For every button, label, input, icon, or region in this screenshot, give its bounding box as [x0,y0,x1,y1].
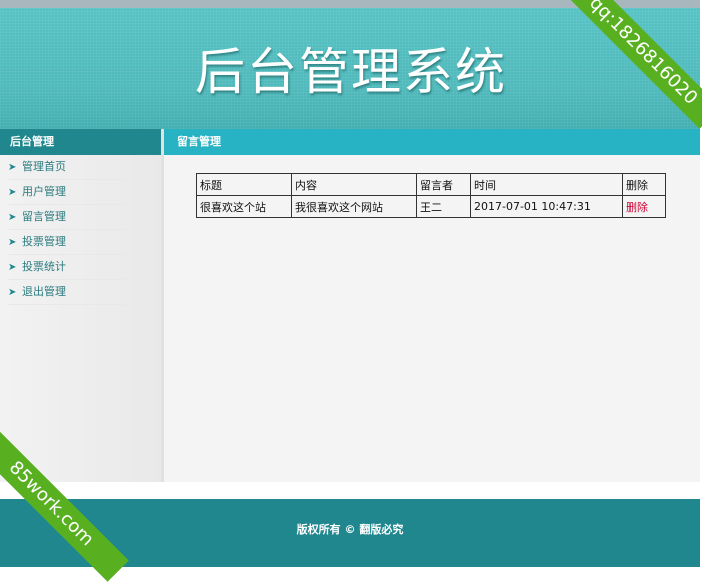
sidebar: 后台管理 ➤ 管理首页 ➤ 用户管理 ➤ 留言管理 ➤ 投票管理 ➤ 投票统计 ➤ 退出管理 [0,129,164,482]
cell-title: 很喜欢这个站 [196,195,292,218]
column-header-delete: 删除 [622,173,666,196]
sidebar-item-vote-stats[interactable]: ➤ 投票统计 [8,255,126,280]
sidebar-item-home[interactable]: ➤ 管理首页 [8,155,126,180]
sidebar-item-messages[interactable]: ➤ 留言管理 [8,205,126,230]
table-row: 很喜欢这个站 我很喜欢这个网站 王二 2017-07-01 10:47:31 删… [196,195,666,218]
column-header-title: 标题 [196,173,292,196]
sidebar-menu: ➤ 管理首页 ➤ 用户管理 ➤ 留言管理 ➤ 投票管理 ➤ 投票统计 ➤ 退出管理 [0,155,161,305]
delete-link[interactable]: 删除 [626,201,648,214]
cell-time: 2017-07-01 10:47:31 [470,195,623,218]
column-header-content: 内容 [291,173,417,196]
cell-author: 王二 [416,195,471,218]
sidebar-item-logout[interactable]: ➤ 退出管理 [8,280,126,305]
sidebar-heading: 后台管理 [0,129,161,155]
message-table: 标题 内容 留言者 时间 删除 很喜欢这个站 我很喜欢这个网站 王二 2017-… [196,173,666,218]
arrow-right-icon: ➤ [8,162,17,173]
sidebar-item-users[interactable]: ➤ 用户管理 [8,180,126,205]
main-panel: 留言管理 标题 内容 留言者 时间 删除 很喜欢这个站 我很喜欢这个网站 王二 … [164,129,700,482]
arrow-right-icon: ➤ [8,262,17,273]
cell-delete: 删除 [622,195,666,218]
column-header-time: 时间 [470,173,623,196]
sidebar-item-votes[interactable]: ➤ 投票管理 [8,230,126,255]
sidebar-item-label: 投票管理 [22,235,66,248]
arrow-right-icon: ➤ [8,187,17,198]
sidebar-item-label: 留言管理 [22,210,66,223]
column-header-author: 留言者 [416,173,471,196]
cell-content: 我很喜欢这个网站 [291,195,417,218]
sidebar-item-label: 用户管理 [22,185,66,198]
sidebar-item-label: 投票统计 [22,260,66,273]
site-title: 后台管理系统 [195,43,507,101]
table-header-row: 标题 内容 留言者 时间 删除 [196,173,666,196]
arrow-right-icon: ➤ [8,287,17,298]
sidebar-item-label: 退出管理 [22,285,66,298]
main-heading: 留言管理 [164,129,700,155]
copyright-text: 版权所有 © 翻版必究 [296,523,404,536]
sidebar-item-label: 管理首页 [22,160,66,173]
arrow-right-icon: ➤ [8,212,17,223]
arrow-right-icon: ➤ [8,237,17,248]
